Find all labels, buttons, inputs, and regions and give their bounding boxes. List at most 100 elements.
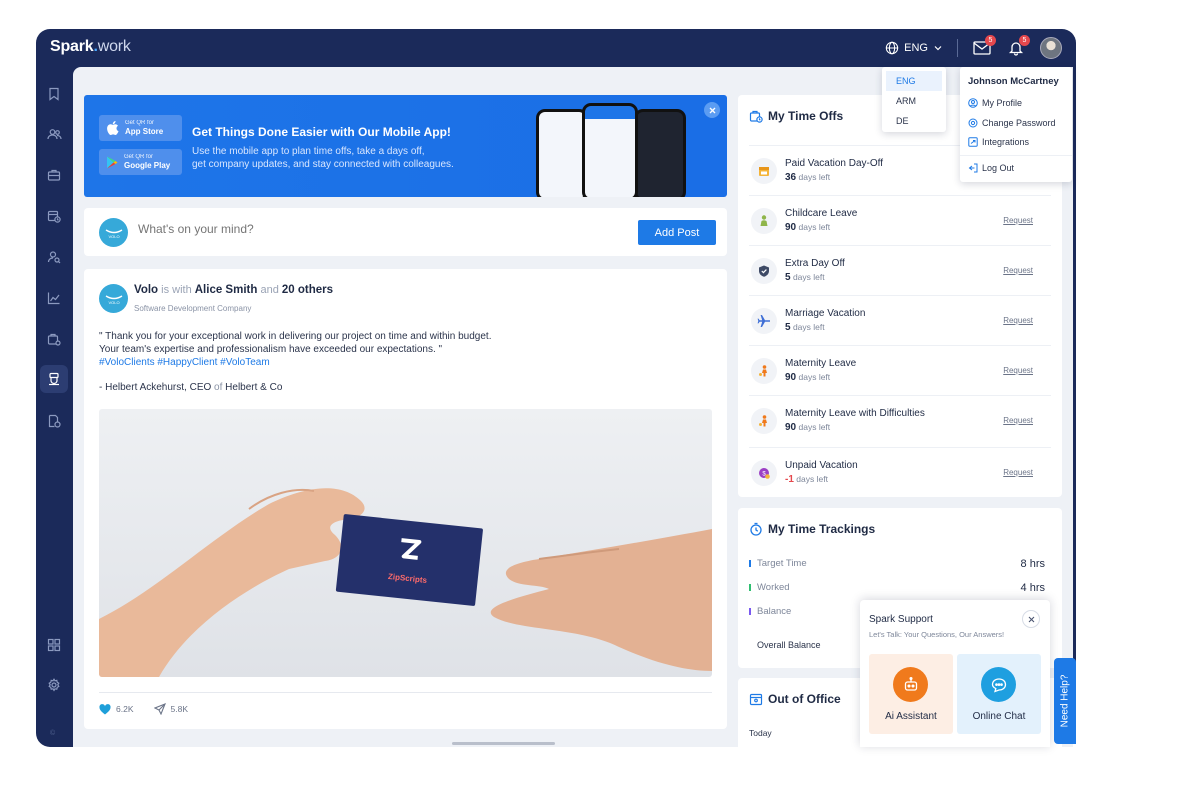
document-clock-icon — [48, 414, 61, 428]
like-count: 6.2K — [116, 704, 134, 714]
out-of-office-title: Out of Office — [749, 692, 841, 706]
request-link[interactable]: Request — [1003, 216, 1033, 225]
support-title: Spark Support — [869, 614, 933, 625]
app-store-button[interactable]: Get QR for App Store — [99, 115, 182, 141]
integrations-icon — [968, 137, 978, 147]
add-post-button[interactable]: Add Post — [638, 220, 716, 245]
log-out-item[interactable]: Log Out — [968, 163, 1014, 173]
phone-mockups — [536, 103, 696, 197]
calendar-user-icon — [749, 693, 763, 706]
language-option-eng[interactable]: ENG — [886, 71, 942, 91]
divider — [99, 692, 712, 693]
horizontal-scrollbar[interactable] — [452, 742, 555, 745]
list-item: Maternity Leave with Difficulties 90 day… — [749, 395, 1051, 445]
need-help-tab[interactable]: Need Help? — [1054, 658, 1076, 744]
top-bar: Spark.work ENG 5 5 — [36, 29, 1076, 67]
users-icon — [46, 129, 62, 140]
request-link[interactable]: Request — [1003, 468, 1033, 477]
sidebar-item-people[interactable] — [40, 120, 68, 148]
bookmark-icon — [49, 87, 59, 101]
ai-assistant-button[interactable]: Ai Assistant — [869, 654, 953, 734]
gear-icon — [968, 118, 978, 128]
banner-text: Use the mobile app to plan time offs, ta… — [192, 146, 454, 170]
language-option-arm[interactable]: ARM — [886, 91, 942, 111]
overall-balance-label: Overall Balance — [757, 640, 821, 650]
child-icon — [751, 208, 777, 234]
google-play-button[interactable]: Get QR for Google Play — [99, 149, 182, 175]
language-dropdown: ENG ARM DE — [882, 67, 946, 132]
worked-row: Worked 4 hrs — [749, 582, 1045, 594]
support-subtitle: Let's Talk: Your Questions, Our Answers! — [869, 630, 1005, 639]
time-offs-title: My Time Offs — [749, 109, 843, 123]
sidebar-item-analytics[interactable] — [40, 284, 68, 312]
worked-value: 4 hrs — [1020, 582, 1045, 594]
stopwatch-icon — [750, 522, 762, 536]
list-item: Extra Day Off 5 days left Request — [749, 245, 1051, 295]
support-close-button[interactable] — [1022, 610, 1040, 628]
change-password-item[interactable]: Change Password — [968, 118, 1056, 128]
divider — [960, 155, 1072, 156]
graduation-icon — [49, 372, 59, 386]
post-input[interactable] — [138, 222, 618, 236]
language-option-de[interactable]: DE — [886, 111, 942, 131]
briefcase-clock-icon — [749, 110, 763, 123]
svg-text:VOLO: VOLO — [108, 300, 119, 305]
google-play-icon — [107, 156, 118, 168]
integrations-item[interactable]: Integrations — [968, 137, 1029, 147]
support-widget: Spark Support Let's Talk: Your Questions… — [860, 600, 1050, 747]
user-avatar[interactable] — [1040, 37, 1062, 59]
post-hashtags[interactable]: #VoloClients #HappyClient #VoloTeam — [99, 356, 699, 369]
share-button[interactable]: 5.8K — [153, 703, 189, 715]
target-time-row: Target Time 8 hrs — [749, 558, 1045, 570]
post-image[interactable]: ZipScripts — [99, 409, 712, 677]
maternity-icon — [751, 358, 777, 384]
money-clock-icon: $ — [751, 460, 777, 486]
like-button[interactable]: 6.2K — [99, 703, 134, 715]
gear-icon — [48, 678, 60, 692]
request-link[interactable]: Request — [1003, 416, 1033, 425]
today-label: Today — [749, 728, 772, 738]
brand-logo[interactable]: Spark.work — [50, 38, 131, 56]
copyright-mark: © — [50, 730, 56, 737]
post-tagged-others[interactable]: 20 others — [282, 284, 333, 296]
shield-icon — [751, 258, 777, 284]
mail-button[interactable]: 5 — [972, 35, 996, 58]
sidebar: © — [36, 67, 72, 747]
request-link[interactable]: Request — [1003, 316, 1033, 325]
sidebar-item-jobs[interactable] — [40, 161, 68, 189]
sidebar-item-learning[interactable] — [40, 365, 68, 393]
banner-title: Get Things Done Easier with Our Mobile A… — [192, 125, 451, 139]
globe-icon — [885, 41, 899, 55]
post-text: " Thank you for your exceptional work in… — [99, 330, 699, 369]
list-item: Maternity Leave 90 days left Request — [749, 345, 1051, 395]
my-profile-item[interactable]: My Profile — [968, 98, 1022, 108]
sidebar-item-calendar[interactable] — [40, 202, 68, 230]
online-chat-button[interactable]: Online Chat — [957, 654, 1041, 734]
post-author-logo: VOLO — [99, 284, 128, 313]
language-selector[interactable]: ENG — [885, 41, 943, 55]
briefcase-icon — [47, 169, 61, 181]
banner-close-button[interactable] — [704, 102, 720, 118]
share-count: 5.8K — [170, 704, 189, 714]
sidebar-item-bookmarks[interactable] — [40, 80, 68, 108]
post-author[interactable]: Volo — [134, 284, 158, 296]
robot-icon — [904, 676, 917, 691]
sidebar-item-documents[interactable] — [40, 407, 68, 435]
request-link[interactable]: Request — [1003, 366, 1033, 375]
list-item: Marriage Vacation 5 days left Request — [749, 295, 1051, 345]
grid-icon — [47, 638, 61, 652]
maternity-icon — [751, 408, 777, 434]
sidebar-item-dashboard[interactable] — [40, 631, 68, 659]
svg-text:VOLO: VOLO — [108, 234, 119, 239]
sidebar-item-work-settings[interactable] — [40, 325, 68, 353]
briefcase-gear-icon — [47, 333, 61, 346]
close-icon — [709, 107, 715, 113]
airplane-icon — [751, 308, 777, 334]
logout-icon — [968, 163, 978, 173]
send-icon — [153, 703, 166, 715]
request-link[interactable]: Request — [1003, 266, 1033, 275]
post-tagged-user[interactable]: Alice Smith — [195, 284, 258, 296]
sidebar-item-search-people[interactable] — [40, 243, 68, 271]
sidebar-item-settings[interactable] — [40, 671, 68, 699]
notifications-button[interactable]: 5 — [1006, 35, 1030, 58]
